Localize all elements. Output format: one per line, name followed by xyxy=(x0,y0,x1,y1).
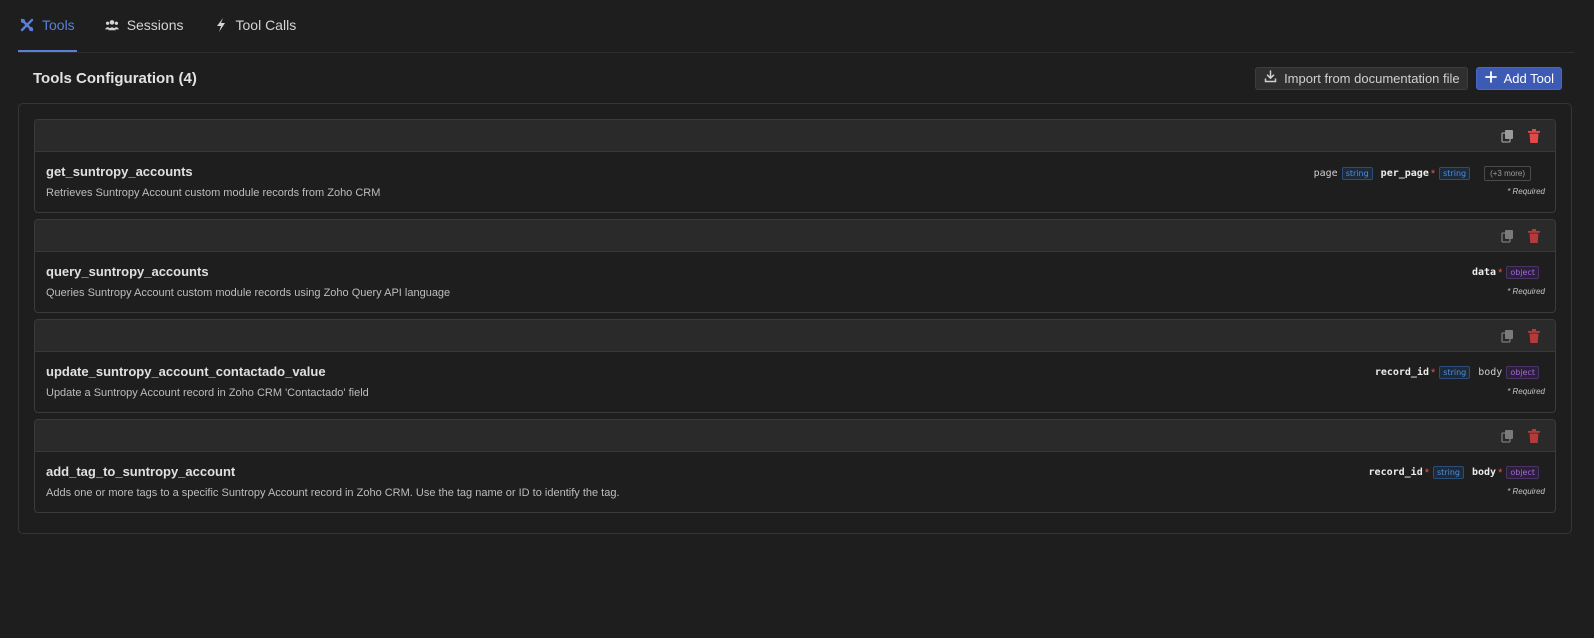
required-note: * Required xyxy=(1507,287,1545,296)
tool-card-actions xyxy=(1500,428,1541,443)
param-type-badge: string xyxy=(1439,167,1471,180)
required-star-icon: * xyxy=(1498,266,1503,279)
add-tool-button[interactable]: Add Tool xyxy=(1475,66,1562,90)
param-type-badge: string xyxy=(1433,466,1464,479)
tool-card: get_suntropy_accounts Retrieves Suntropy… xyxy=(34,119,1556,213)
param-name: record_id xyxy=(1374,367,1429,378)
tool-card: query_suntropy_accounts Queries Suntropy… xyxy=(34,219,1556,313)
tool-params: page string per_page * string (+3 more) xyxy=(1314,166,1543,181)
import-button[interactable]: Import from documentation file xyxy=(1255,66,1468,90)
tool-description: Update a Suntropy Account record in Zoho… xyxy=(46,387,369,399)
tool-card-body: get_suntropy_accounts Retrieves Suntropy… xyxy=(35,152,1555,212)
delete-icon[interactable] xyxy=(1526,328,1541,343)
tool-card-body: update_suntropy_account_contactado_value… xyxy=(35,352,1555,412)
required-note: * Required xyxy=(1507,187,1545,196)
tool-name: query_suntropy_accounts xyxy=(46,264,209,279)
param-name: record_id xyxy=(1368,467,1423,478)
tool-description: Queries Suntropy Account custom module r… xyxy=(46,287,451,299)
tools-icon xyxy=(20,18,34,32)
tools-panel: get_suntropy_accounts Retrieves Suntropy… xyxy=(18,103,1572,534)
tool-description: Adds one or more tags to a specific Sunt… xyxy=(46,487,620,499)
tool-card-actions xyxy=(1500,228,1541,243)
tool-card-actions xyxy=(1500,128,1541,143)
delete-icon[interactable] xyxy=(1526,428,1541,443)
tool-card: add_tag_to_suntropy_account Adds one or … xyxy=(34,419,1556,513)
users-icon xyxy=(104,18,119,32)
tool-params: record_id * string body * object xyxy=(1369,466,1543,479)
section-header: Tools Configuration (4) Import from docu… xyxy=(33,66,1562,90)
param-name: body xyxy=(1478,367,1503,378)
header-actions: Import from documentation file Add Tool xyxy=(1255,66,1562,90)
duplicate-icon[interactable] xyxy=(1500,128,1515,143)
add-tool-button-label: Add Tool xyxy=(1503,70,1554,86)
tool-description: Retrieves Suntropy Account custom module… xyxy=(46,187,381,199)
param-type-badge: object xyxy=(1506,266,1539,279)
download-icon xyxy=(1264,70,1277,86)
more-params-badge[interactable]: (+3 more) xyxy=(1484,166,1531,181)
delete-icon[interactable] xyxy=(1526,128,1541,143)
tab-tools[interactable]: Tools xyxy=(18,0,77,52)
tool-card-header xyxy=(35,120,1555,152)
tab-tool-calls[interactable]: Tool Calls xyxy=(212,0,299,52)
param-name: data xyxy=(1471,267,1497,278)
param-type-badge: object xyxy=(1506,366,1539,379)
tool-params: data * object xyxy=(1472,266,1543,279)
tab-label: Sessions xyxy=(126,16,184,33)
tool-name: update_suntropy_account_contactado_value xyxy=(46,364,326,379)
delete-icon[interactable] xyxy=(1526,228,1541,243)
tool-card-header xyxy=(35,320,1555,352)
required-note: * Required xyxy=(1507,487,1545,496)
tool-name: add_tag_to_suntropy_account xyxy=(46,464,236,479)
required-note: * Required xyxy=(1507,387,1545,396)
param-type-badge: string xyxy=(1439,366,1471,379)
tool-card-body: add_tag_to_suntropy_account Adds one or … xyxy=(35,452,1555,512)
import-button-label: Import from documentation file xyxy=(1284,70,1460,86)
param-type-badge: string xyxy=(1341,167,1373,180)
tool-card: update_suntropy_account_contactado_value… xyxy=(34,319,1556,413)
tool-card-actions xyxy=(1500,328,1541,343)
param-name: body xyxy=(1471,467,1497,478)
plus-icon xyxy=(1484,70,1497,86)
required-star-icon: * xyxy=(1424,466,1429,479)
tool-card-header xyxy=(35,220,1555,252)
tool-card-body: query_suntropy_accounts Queries Suntropy… xyxy=(35,252,1555,312)
page-title: Tools Configuration (4) xyxy=(33,69,197,87)
param-name: per_page xyxy=(1380,168,1429,179)
duplicate-icon[interactable] xyxy=(1500,228,1515,243)
required-star-icon: * xyxy=(1498,466,1503,479)
duplicate-icon[interactable] xyxy=(1500,428,1515,443)
tab-label: Tools xyxy=(42,16,75,33)
tool-card-header xyxy=(35,420,1555,452)
tab-sessions[interactable]: Sessions xyxy=(103,0,186,52)
required-star-icon: * xyxy=(1430,167,1436,180)
tool-name: get_suntropy_accounts xyxy=(46,164,193,179)
duplicate-icon[interactable] xyxy=(1500,328,1515,343)
bolt-icon xyxy=(214,17,228,32)
tab-bar: Tools Sessions Tool Calls xyxy=(18,0,1574,53)
tool-params: record_id * string body object xyxy=(1375,366,1543,379)
required-star-icon: * xyxy=(1431,366,1436,379)
param-type-badge: object xyxy=(1506,466,1539,479)
param-name: page xyxy=(1313,168,1338,179)
tab-label: Tool Calls xyxy=(235,16,297,33)
